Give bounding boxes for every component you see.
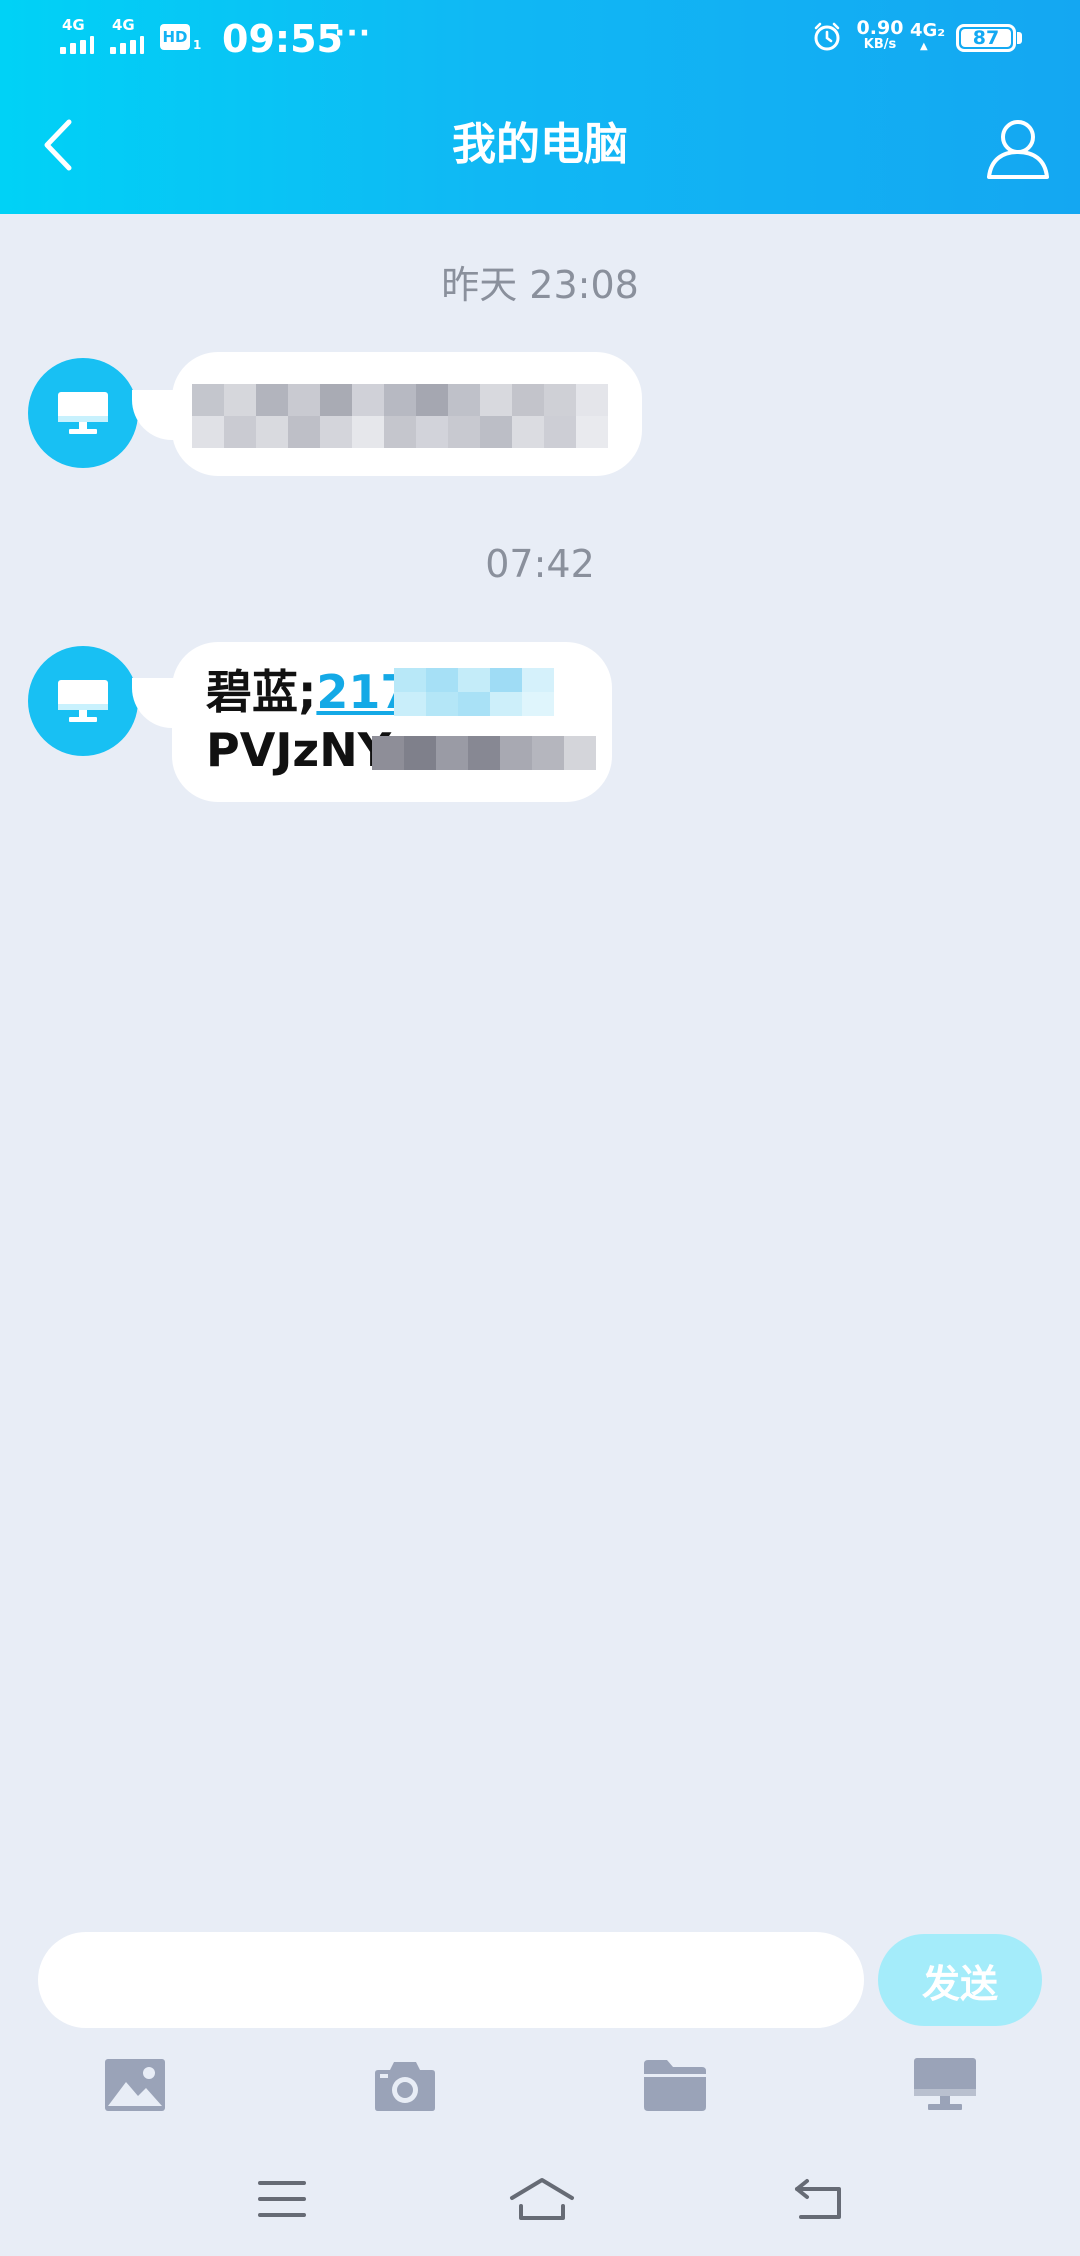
send-button[interactable]: 发送 [878,1934,1042,2026]
sim2-network-label: 4G [112,16,135,34]
hd-sub-label: 1 [193,38,202,52]
status-bar: 4G 4G HD 1 09:55 ··· 0.90 KB/s 4G₂ ▲ 87 [0,0,1080,76]
camera-button[interactable] [370,2050,440,2120]
battery-tip [1017,32,1022,44]
system-navigation-bar [0,2150,1080,2256]
home-icon [510,2178,574,2220]
alarm-icon [814,22,840,51]
hd-voice-icon: HD [160,24,190,50]
system-back-button[interactable] [778,2164,858,2234]
message-prefix: 碧蓝; [206,665,317,719]
redacted-text-part [372,736,596,770]
message-bubble[interactable]: 碧蓝;217 PVJzNY [172,642,612,802]
back-icon [795,2179,841,2219]
network-speed-value: 0.90 [856,17,904,39]
message-timestamp: 昨天 23:08 [441,263,639,307]
image-icon [105,2059,165,2111]
battery-level: 87 [972,27,1000,49]
chevron-left-icon [44,119,72,171]
sim2-signal-icon: 4G [108,18,146,54]
sender-avatar[interactable] [28,646,138,756]
network-speed: 0.90 KB/s [852,18,908,52]
chat-area[interactable]: 昨天 23:08 07:42 碧蓝;217 PVJzNY [0,214,1080,1914]
redacted-link-part [394,668,554,716]
monitor-icon [58,392,108,434]
header: 4G 4G HD 1 09:55 ··· 0.90 KB/s 4G₂ ▲ 87 … [0,0,1080,214]
message-line-2: PVJzNY [206,723,392,777]
mobile-data-label: 4G₂ [910,20,946,41]
home-button[interactable] [502,2164,582,2234]
network-speed-unit: KB/s [863,37,897,52]
file-button[interactable] [640,2050,710,2120]
more-notifications-icon: ··· [334,16,372,51]
computer-icon [914,2058,976,2110]
title-bar: 我的电脑 [0,76,1080,214]
folder-icon [644,2060,706,2111]
status-time: 09:55 [222,17,343,61]
monitor-icon [58,680,108,722]
computer-button[interactable] [910,2050,980,2120]
page-title: 我的电脑 [452,119,628,170]
back-button[interactable] [28,110,88,180]
message-line-1: 碧蓝;217 [206,664,412,720]
message-timestamp: 07:42 [485,542,595,586]
data-activity-icon: ▲ [920,41,928,52]
menu-icon [258,2181,306,2217]
redacted-content [192,384,608,448]
sim1-network-label: 4G [62,16,85,34]
menu-button[interactable] [242,2164,322,2234]
user-icon [987,120,1049,179]
attachment-toolbar [0,2050,1080,2120]
profile-button[interactable] [980,110,1056,186]
sender-avatar[interactable] [28,358,138,468]
message-input[interactable] [38,1932,864,2028]
camera-icon [375,2062,435,2111]
battery-icon: 87 [956,24,1016,52]
message-bubble[interactable] [172,352,642,476]
image-button[interactable] [100,2050,170,2120]
sim1-signal-icon: 4G [58,18,96,54]
